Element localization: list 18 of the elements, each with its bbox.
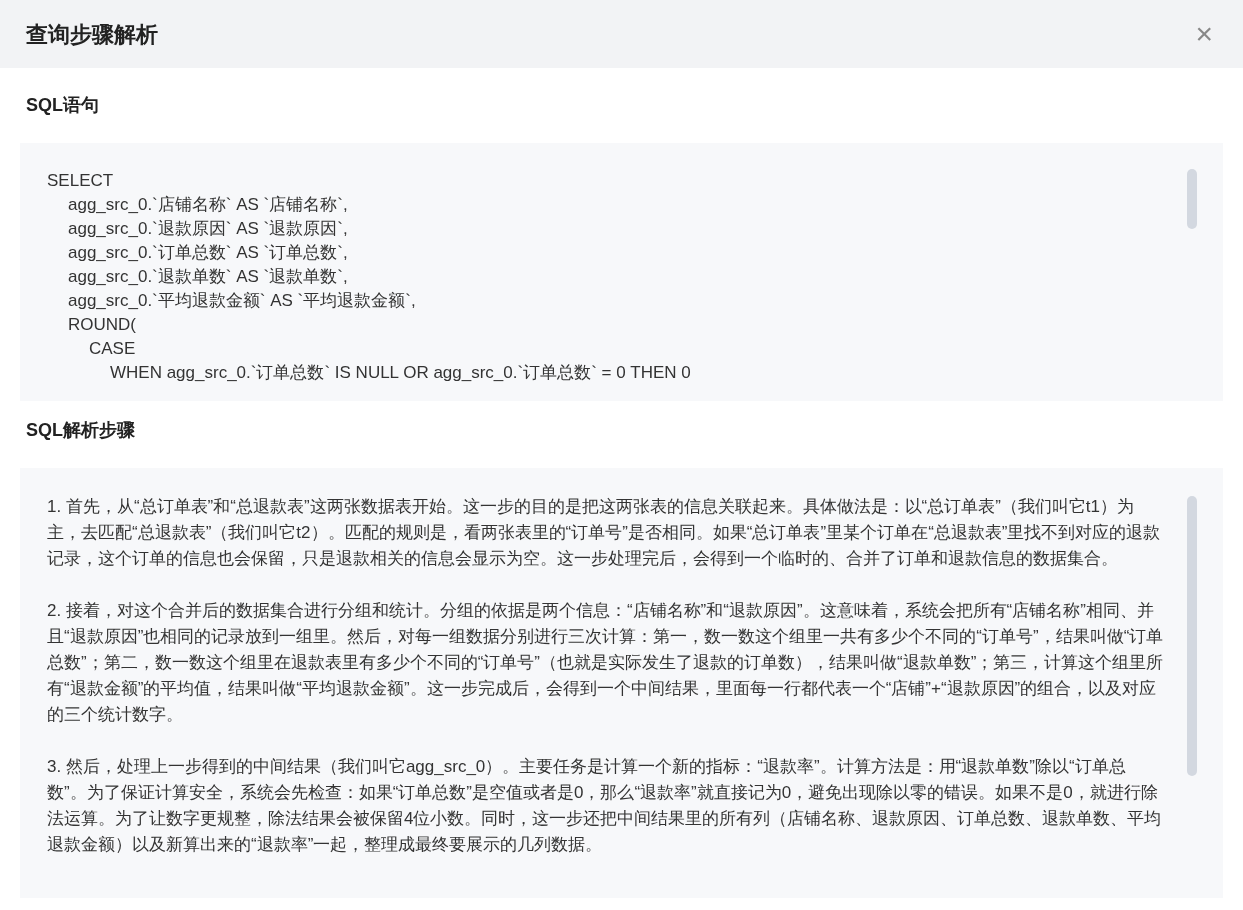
code-line: SELECT [47, 170, 114, 192]
code-line: agg_src_0.`退款单数` AS `退款单数`, [68, 266, 348, 288]
section-heading: SQL解析步骤 [26, 419, 136, 442]
step-paragraph: 1. 首先，从“总订单表”和“总退款表”这两张数据表开始。这一步的目的是把这两张表的信息关联起来。具体做法是：以“总订单表”（我们叫它t1）为主，去匹配“总退款表”（我们叫它t2）。匹配的规则是，看两张表里的“订单号”是否相同。如果“总订单表”里某个订单在“总退款表”里找不到对应的退款记录，这个订单的信息也会保留，只是退款相关的信息会显示为空。这一步处理完后，会得到一个临时的、合并了订单和退款信息的数据集合。 [47, 496, 1162, 570]
dialog-title: 查询步骤解析 [26, 20, 158, 49]
code-line: CASE [89, 338, 136, 360]
code-line: agg_src_0.`订单总数` AS `订单总数`, [68, 242, 348, 264]
step-paragraph: 2. 接着，对这个合并后的数据集合进行分组和统计。分组的依据是两个信息：“店铺名称”和“退款原因”。这意味着，系统会把所有“店铺名称”相同、并且“退款原因”也相同的记录放到一组里。然后，对每一组数据分别进行三次计算：第一，数一数这个组里一共有多少个不同的“订单号”，结果叫做“订单总数”；第二，数一数这个组里在退款表里有多少个不同的“订单号”（也就是实际发生了退款的订单数），结果叫做“退款单数”；第三，计算这个组里所有“退款金额”的平均值，结果叫做“平均退款金额”。这一步完成后，会得到一个中间结果，里面每一行都代表一个“店铺”+“退款原因”的组合，以及对应的三个统计数字。 [47, 600, 1165, 726]
code-line: WHEN agg_src_0.`订单总数` IS NULL OR agg_src_0.`订单总数` = 0 THEN 0 [110, 362, 691, 384]
code-line: agg_src_0.`退款原因` AS `退款原因`, [68, 218, 348, 240]
scrollbar-thumb[interactable] [1187, 496, 1197, 776]
code-line: ROUND( [68, 314, 136, 336]
code-line: agg_src_0.`平均退款金额` AS `平均退款金额`, [68, 290, 416, 312]
section-heading: SQL语句 [26, 94, 100, 117]
code-line: agg_src_0.`店铺名称` AS `店铺名称`, [68, 194, 348, 216]
close-button[interactable]: × [1191, 19, 1217, 49]
scrollbar-thumb[interactable] [1187, 169, 1197, 229]
step-paragraph: 3. 然后，处理上一步得到的中间结果（我们叫它agg_src_0）。主要任务是计算一个新的指标：“退款率”。计算方法是：用“退款单数”除以“订单总数”。为了保证计算安全，系统会先检查：如果“订单总数”是空值或者是0，那么“退款率”就直接记为0，避免出现除以零的错误。如果不是0，就进行除法运算。为了让数字更规整，除法结果会被保留4位小数。同时，这一步还把中间结果里的所有列（店铺名称、退款原因、订单总数、退款单数、平均退款金额）以及新算出来的“退款率”一起，整理成最终要展示的几列数据。 [47, 756, 1163, 856]
